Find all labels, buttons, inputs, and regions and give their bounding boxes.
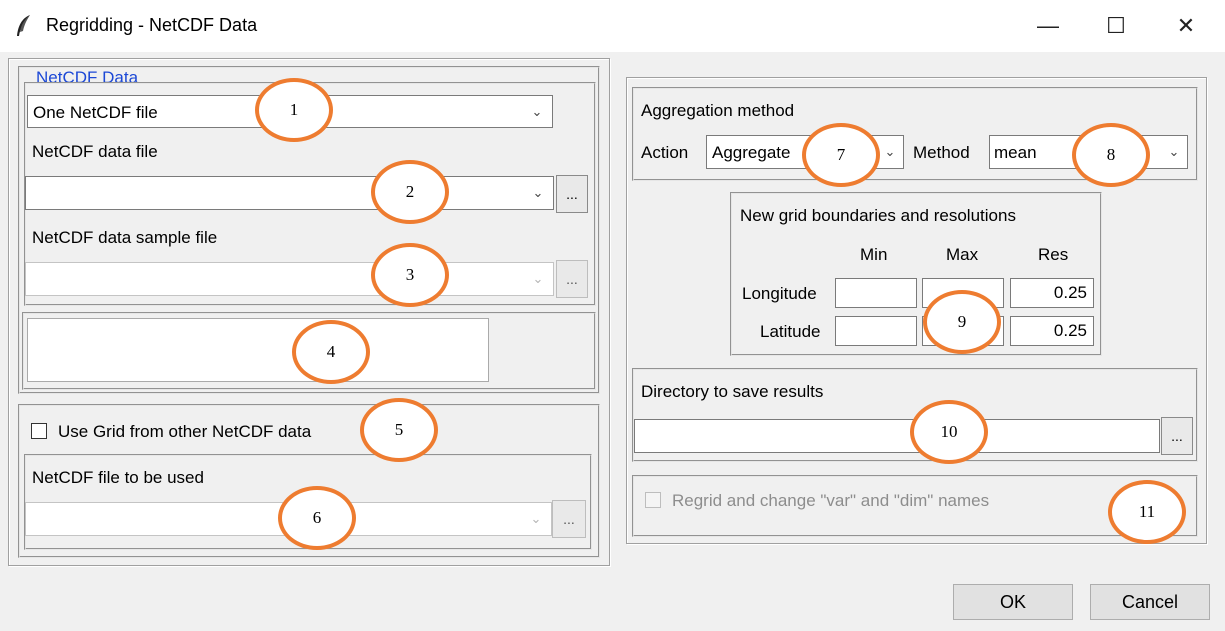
annotation-callout-1: 1 bbox=[255, 78, 333, 142]
annotation-callout-2: 2 bbox=[371, 160, 449, 224]
use-grid-checkbox[interactable] bbox=[31, 423, 47, 439]
longitude-min-input[interactable] bbox=[835, 278, 917, 308]
minimize-button[interactable]: — bbox=[1030, 10, 1066, 42]
longitude-res-input[interactable]: 0.25 bbox=[1010, 278, 1094, 308]
close-button[interactable]: ✕ bbox=[1168, 10, 1204, 42]
use-grid-checkbox-label[interactable]: Use Grid from other NetCDF data bbox=[58, 422, 311, 442]
annotation-callout-9: 9 bbox=[923, 290, 1001, 354]
data-file-browse-button[interactable]: ... bbox=[556, 175, 588, 213]
ok-button[interactable]: OK bbox=[953, 584, 1073, 620]
cancel-button[interactable]: Cancel bbox=[1090, 584, 1210, 620]
chevron-down-icon[interactable]: ⌄ bbox=[527, 185, 549, 201]
latitude-label: Latitude bbox=[760, 322, 821, 341]
sample-file-browse-button[interactable]: ... bbox=[556, 260, 588, 298]
annotation-callout-4: 4 bbox=[292, 320, 370, 384]
chevron-down-icon[interactable]: ⌄ bbox=[527, 271, 549, 287]
chevron-down-icon[interactable]: ⌄ bbox=[526, 104, 548, 120]
max-header: Max bbox=[946, 245, 979, 264]
annotation-callout-10: 10 bbox=[910, 400, 988, 464]
rename-checkbox-label[interactable]: Regrid and change "var" and "dim" names bbox=[672, 491, 989, 511]
annotation-callout-3: 3 bbox=[371, 243, 449, 307]
action-label: Action bbox=[641, 143, 689, 162]
latitude-res-input[interactable]: 0.25 bbox=[1010, 316, 1094, 346]
sample-file-label: NetCDF data sample file bbox=[32, 228, 218, 247]
annotation-callout-5: 5 bbox=[360, 398, 438, 462]
save-label: Directory to save results bbox=[641, 382, 824, 401]
aggregation-title: Aggregation method bbox=[641, 101, 795, 120]
save-browse-button[interactable]: ... bbox=[1161, 417, 1193, 455]
res-header: Res bbox=[1038, 245, 1069, 264]
source-type-value: One NetCDF file bbox=[33, 103, 158, 122]
data-file-combobox[interactable]: ⌄ bbox=[25, 176, 554, 210]
grid-file-label: NetCDF file to be used bbox=[32, 468, 204, 487]
longitude-label: Longitude bbox=[742, 284, 817, 303]
action-value: Aggregate bbox=[712, 143, 791, 162]
chevron-down-icon[interactable]: ⌄ bbox=[1163, 144, 1185, 160]
method-label: Method bbox=[913, 143, 970, 162]
min-header: Min bbox=[860, 245, 888, 264]
data-file-label: NetCDF data file bbox=[32, 142, 158, 161]
chevron-down-icon[interactable]: ⌄ bbox=[525, 511, 547, 527]
method-value: mean bbox=[994, 143, 1037, 162]
annotation-callout-7: 7 bbox=[802, 123, 880, 187]
grid-boundaries-title: New grid boundaries and resolutions bbox=[740, 206, 1016, 225]
rename-checkbox[interactable] bbox=[645, 492, 661, 508]
sample-file-combobox[interactable]: ⌄ bbox=[25, 262, 554, 296]
window-title: Regridding - NetCDF Data bbox=[46, 15, 258, 35]
feather-icon bbox=[14, 14, 34, 38]
info-text-area[interactable] bbox=[27, 318, 489, 382]
maximize-button[interactable]: ☐ bbox=[1098, 10, 1134, 42]
grid-file-browse-button[interactable]: ... bbox=[552, 500, 586, 538]
save-directory-input[interactable] bbox=[634, 419, 1160, 453]
annotation-callout-8: 8 bbox=[1072, 123, 1150, 187]
chevron-down-icon[interactable]: ⌄ bbox=[879, 144, 901, 160]
latitude-min-input[interactable] bbox=[835, 316, 917, 346]
annotation-callout-6: 6 bbox=[278, 486, 356, 550]
annotation-callout-11: 11 bbox=[1108, 480, 1186, 544]
